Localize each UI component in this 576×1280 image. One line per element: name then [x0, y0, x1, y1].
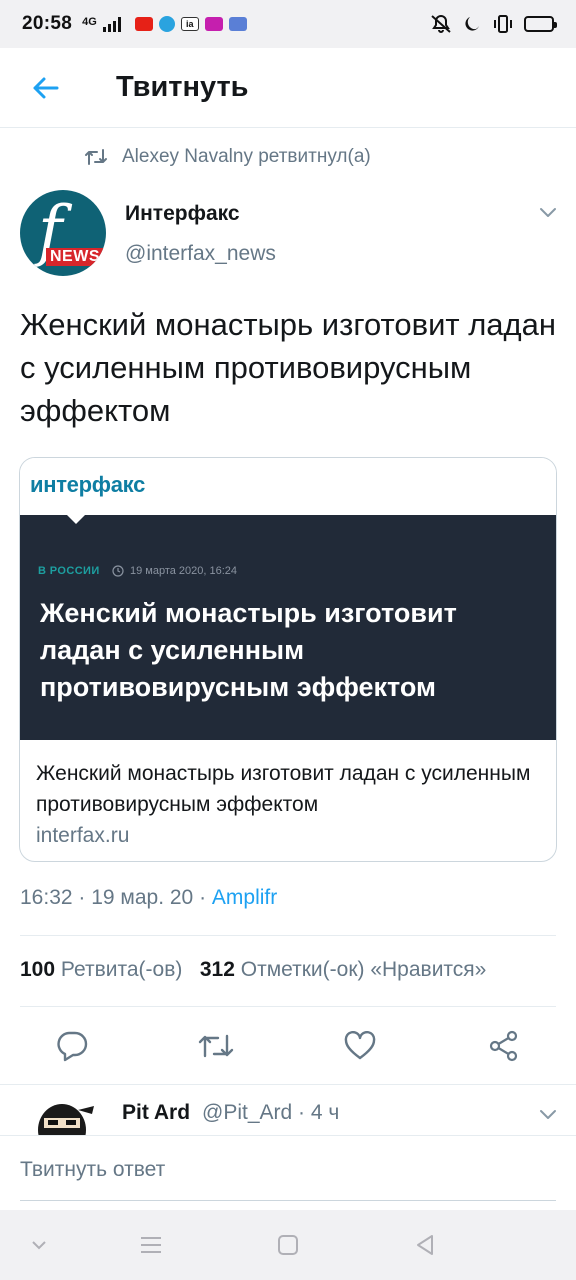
reply-icon: [57, 1031, 88, 1062]
chevron-down-icon[interactable]: [538, 206, 558, 220]
nav-hide-button[interactable]: [24, 1232, 54, 1258]
reply-author-name[interactable]: Pit Ard: [122, 1101, 190, 1125]
signal-icon: [102, 16, 121, 32]
ia-icon: ia: [180, 17, 199, 31]
square-icon: [278, 1235, 298, 1255]
page-title: Твитнуть: [116, 71, 249, 103]
arrow-left-icon: [33, 77, 59, 98]
card-body: Женский монастырь изготовит ладан с усил…: [20, 740, 556, 852]
mute-icon: [431, 15, 451, 33]
link-card[interactable]: интерфакс В РОССИИ 19 марта 2020, 16:24 …: [19, 457, 557, 862]
ninja-avatar-icon: [38, 1104, 94, 1136]
telegram-icon: [158, 16, 175, 32]
clock-icon: [112, 565, 124, 577]
author-handle[interactable]: @interfax_news: [125, 242, 276, 266]
composer-underline: [20, 1200, 556, 1201]
card-image: В РОССИИ 19 марта 2020, 16:24 Женский мо…: [20, 514, 556, 740]
interfax-logo: интерфакс: [30, 472, 146, 497]
divider: [0, 1084, 576, 1085]
tweet-stats: 100 Ретвита(-ов) 312 Отметки(-ок) «Нрави…: [20, 958, 540, 982]
like-count[interactable]: 312: [200, 958, 235, 981]
author-name[interactable]: Интерфакс: [125, 202, 240, 226]
like-label[interactable]: Отметки(-ок) «Нравится»: [241, 958, 487, 981]
nav-home-button[interactable]: [273, 1232, 303, 1258]
vibrate-icon: [494, 15, 512, 33]
retweet-icon: [198, 1034, 234, 1058]
card-headline: Женский монастырь изготовит ладан с усил…: [40, 598, 457, 702]
retweeted-by[interactable]: Alexey Navalny ретвитнул(а): [84, 146, 371, 168]
nav-menu-button[interactable]: [136, 1232, 166, 1258]
tweet-timestamp: 16:32 · 19 мар. 20 ·: [20, 886, 212, 909]
reply-input[interactable]: Твитнуть ответ: [20, 1158, 165, 1182]
reply-button[interactable]: [52, 1026, 92, 1066]
system-nav-bar: [0, 1210, 576, 1280]
card-notch: [66, 514, 86, 524]
retweeted-by-label: Alexey Navalny ретвитнул(а): [122, 146, 371, 167]
menu-icon: [141, 1237, 161, 1253]
divider: [20, 935, 556, 936]
divider: [20, 1006, 556, 1007]
tweet-meta: 16:32 · 19 мар. 20 · Amplifr: [20, 886, 277, 910]
gallery-icon: [228, 17, 247, 31]
avatar[interactable]: f NEWS: [20, 190, 106, 276]
card-domain: interfax.ru: [36, 824, 130, 847]
tweet-source-link[interactable]: Amplifr: [212, 886, 277, 909]
chevron-down-icon: [32, 1241, 46, 1250]
tweet-text: Женский монастырь изготовит ладан с усил…: [20, 307, 556, 428]
reply-composer[interactable]: Твитнуть ответ: [0, 1135, 576, 1210]
moon-icon: [465, 17, 479, 31]
share-button[interactable]: [484, 1026, 524, 1066]
card-date-wrap: 19 марта 2020, 16:24: [112, 565, 237, 577]
retweet-label[interactable]: Ретвита(-ов): [61, 958, 182, 981]
back-button[interactable]: [0, 48, 90, 128]
reply-author-meta: @Pit_Ard · 4 ч: [202, 1101, 340, 1124]
card-date: 19 марта 2020, 16:24: [130, 565, 238, 577]
retweet-count[interactable]: 100: [20, 958, 55, 981]
share-icon: [489, 1030, 518, 1062]
card-title: Женский монастырь изготовит ладан с усил…: [36, 762, 531, 816]
avatar-badge: NEWS: [46, 248, 104, 266]
status-time: 20:58: [22, 13, 73, 34]
youtube-icon: [134, 17, 153, 31]
retweet-icon: [85, 149, 107, 165]
heart-icon: [344, 1031, 376, 1060]
chevron-down-icon[interactable]: [538, 1108, 558, 1122]
like-button[interactable]: [340, 1026, 380, 1066]
network-type: 4G: [82, 15, 97, 28]
reply-avatar[interactable]: [34, 1100, 96, 1136]
card-category: В РОССИИ: [38, 565, 100, 577]
triangle-back-icon: [417, 1235, 433, 1255]
status-icons-right: [430, 14, 557, 34]
card-logo-area: интерфакс: [20, 458, 556, 515]
wildberries-icon: [204, 17, 223, 31]
battery-icon: [524, 16, 557, 32]
header: Твитнуть: [0, 48, 576, 128]
nav-back-button[interactable]: [410, 1232, 440, 1258]
status-icons-left: 4G ia: [82, 16, 247, 32]
status-bar: 20:58 4G ia: [0, 0, 576, 48]
retweet-button[interactable]: [196, 1026, 236, 1066]
